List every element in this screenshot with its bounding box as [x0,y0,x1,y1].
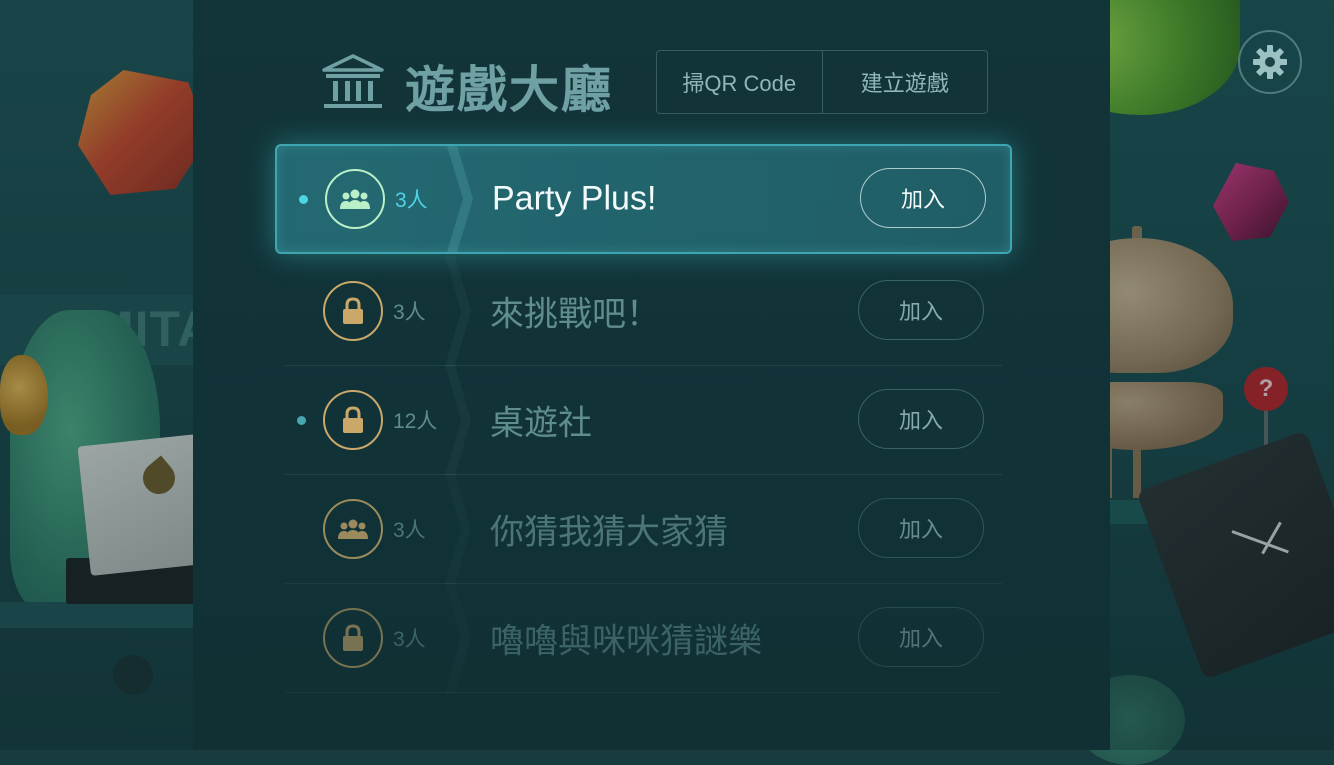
room-type-badge [325,169,385,229]
room-row[interactable]: 12人 桌遊社 加入 [275,365,1012,475]
game-card-decoration [77,434,211,576]
header-button-group: 掃QR Code 建立遊戲 [656,50,988,114]
room-type-badge [323,281,383,341]
group-icon [338,519,368,539]
chevron-right-icon [445,365,471,475]
player-count: 3人 [393,301,426,324]
room-type-badge [323,390,383,450]
question-sign: ? [1244,367,1288,411]
join-button[interactable]: 加入 [858,498,984,558]
lock-icon [343,406,363,433]
gold-blob-decoration [0,355,48,435]
room-row[interactable]: 3人 來挑戰吧！ 加入 [275,256,1012,366]
join-button[interactable]: 加入 [858,280,984,340]
player-count: 3人 [395,189,428,212]
join-button[interactable]: 加入 [858,607,984,667]
player-count: 12人 [393,410,438,433]
room-name: 你猜我猜大家猜 [490,512,728,553]
player-count: 3人 [393,628,426,651]
row-divider [285,692,1002,693]
room-row[interactable]: 3人 Party Plus! 加入 [275,144,1012,254]
page-title: 遊戲大廳 [405,61,613,119]
chevron-right-icon [445,256,471,366]
room-name: 桌遊社 [490,403,592,444]
bank-icon [322,54,384,108]
room-row[interactable]: 3人 嚕嚕與咪咪猜謎樂 加入 [275,583,1012,693]
room-name: Party Plus! [492,179,657,218]
player-count: 3人 [393,519,426,542]
scan-qr-button[interactable]: 掃QR Code [657,51,822,113]
group-icon [340,189,370,209]
room-row[interactable]: 3人 你猜我猜大家猜 加入 [275,474,1012,584]
chevron-right-icon [445,583,471,693]
join-button[interactable]: 加入 [858,389,984,449]
join-button[interactable]: 加入 [860,168,986,228]
room-type-badge [323,499,383,559]
unread-dot [299,194,308,204]
settings-button[interactable] [1238,30,1302,94]
lock-icon [343,297,363,324]
lock-icon [343,624,363,651]
gear-icon [1253,45,1287,79]
dark-ball-decoration [113,655,153,695]
create-game-button[interactable]: 建立遊戲 [821,51,988,113]
character-leg [1133,448,1141,498]
room-name: 嚕嚕與咪咪猜謎樂 [490,621,762,662]
unread-dot [297,415,306,425]
chevron-right-icon [447,146,473,252]
room-type-badge [323,608,383,668]
room-name: 來挑戰吧！ [490,294,660,335]
chevron-right-icon [445,474,471,584]
